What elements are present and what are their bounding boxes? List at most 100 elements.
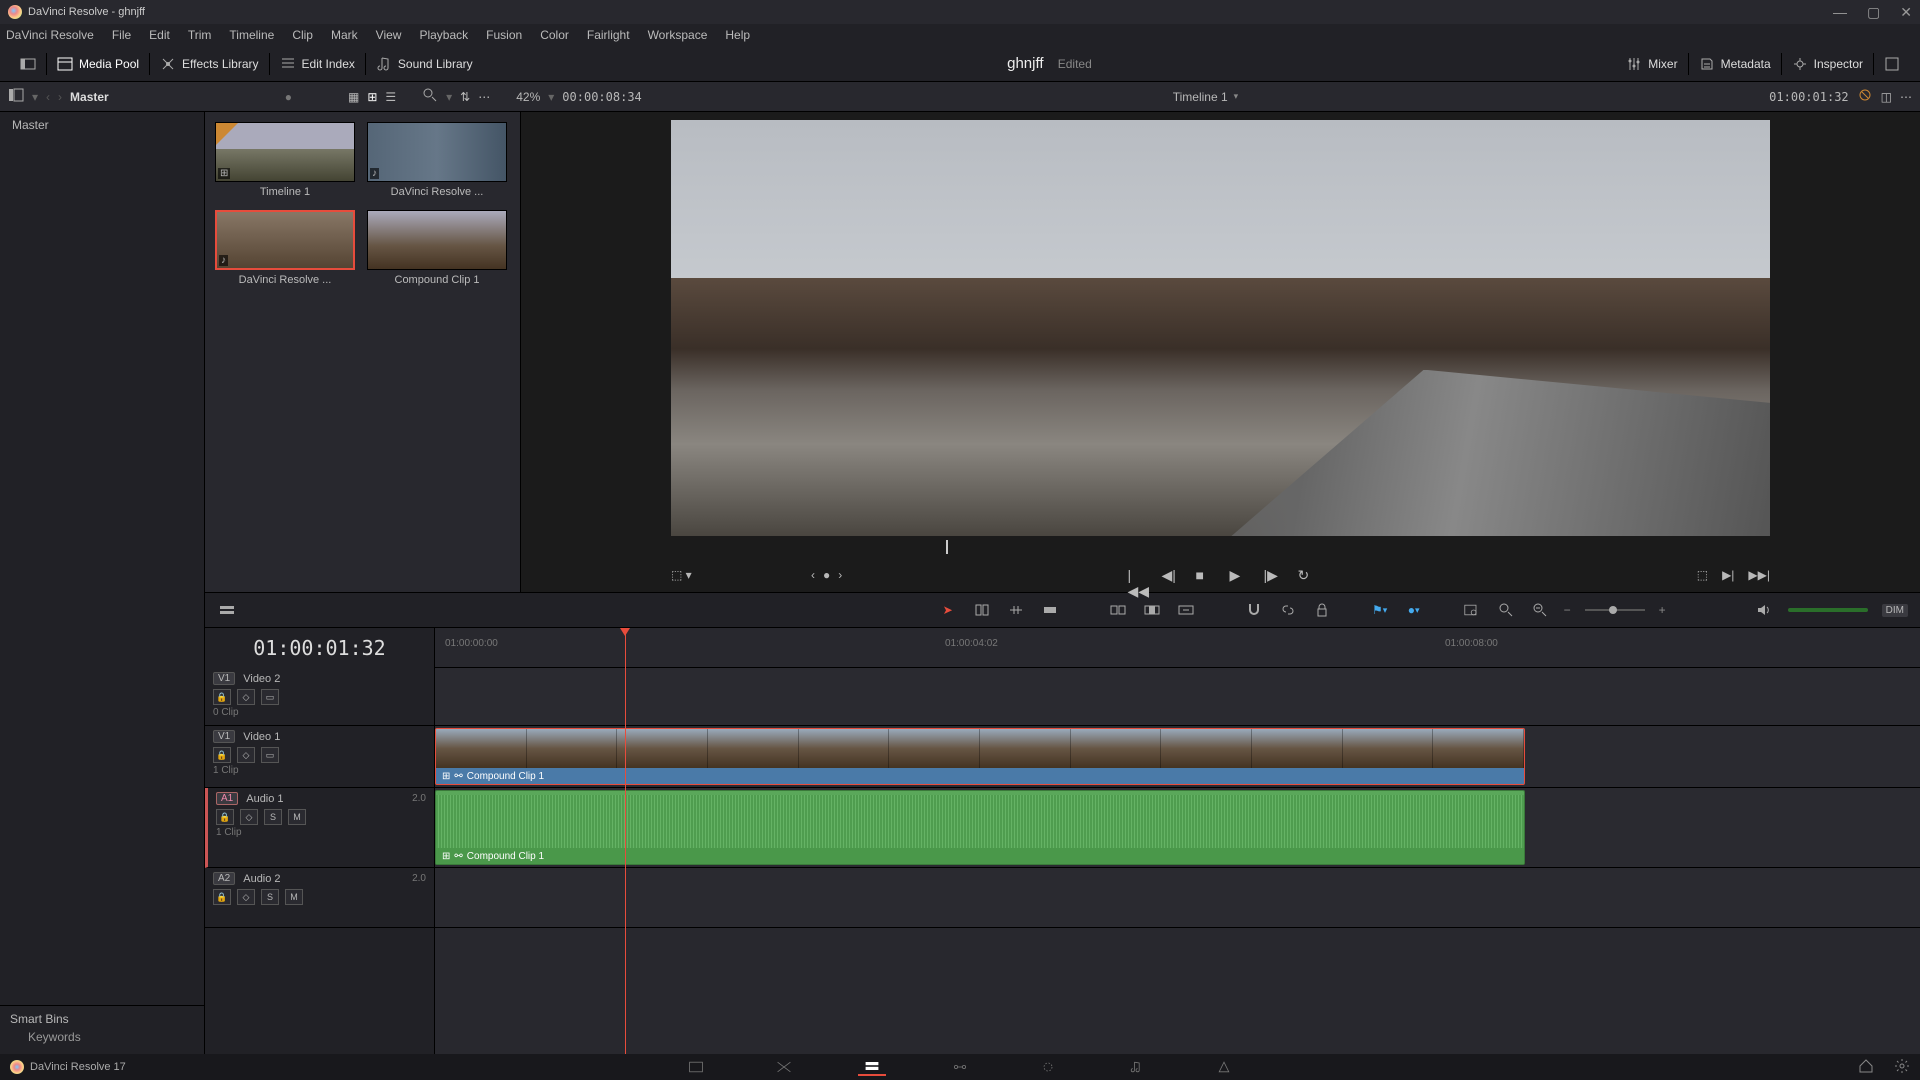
solo-button[interactable]: S (264, 809, 282, 825)
track-head-a1[interactable]: A1Audio 12.0 🔒◇SM 1 Clip (205, 788, 434, 868)
menu-view[interactable]: View (376, 28, 402, 42)
fusion-page-icon[interactable] (946, 1058, 974, 1076)
replace-icon[interactable] (1176, 600, 1196, 620)
solo-button[interactable]: S (261, 889, 279, 905)
menu-mark[interactable]: Mark (331, 28, 358, 42)
mixer-toggle[interactable]: Mixer (1616, 56, 1687, 72)
settings-icon[interactable] (1894, 1058, 1910, 1077)
auto-select-icon[interactable]: ◇ (240, 809, 258, 825)
step-back-icon[interactable]: ◀| (1162, 567, 1178, 583)
lock-icon[interactable]: 🔒 (213, 747, 231, 763)
volume-slider[interactable] (1788, 608, 1868, 612)
nav-back[interactable]: ‹ (46, 90, 50, 104)
track-head-v1[interactable]: V1Video 1 🔒◇▭ 1 Clip (205, 726, 434, 788)
effects-library-toggle[interactable]: Effects Library (150, 56, 268, 72)
cut-page-icon[interactable] (770, 1058, 798, 1076)
menu-color[interactable]: Color (540, 28, 569, 42)
track-lane-v1[interactable]: ⊞⚯Compound Clip 1 (435, 726, 1920, 788)
dynamic-trim-icon[interactable] (1006, 600, 1026, 620)
timeline-timecode[interactable]: 01:00:01:32 (205, 628, 434, 668)
next-edit-icon[interactable]: › (838, 568, 842, 582)
lock-icon[interactable] (1312, 600, 1332, 620)
match-frame-icon[interactable]: ⬚ (1697, 568, 1708, 582)
viewer-canvas[interactable] (671, 120, 1770, 536)
minimize-button[interactable]: — (1833, 4, 1847, 21)
media-pool-toggle[interactable]: Media Pool (47, 56, 149, 72)
menu-playback[interactable]: Playback (419, 28, 468, 42)
lock-icon[interactable]: 🔒 (213, 689, 231, 705)
stop-icon[interactable]: ■ (1196, 567, 1212, 583)
timeline-view-icon[interactable] (217, 600, 237, 620)
track-lane-a1[interactable]: ⊞⚯Compound Clip 1 (435, 788, 1920, 868)
marker-icon[interactable]: ● ▾ (1404, 600, 1424, 620)
color-page-icon[interactable] (1034, 1058, 1062, 1076)
zoom-out[interactable]: − (1564, 603, 1571, 617)
menu-timeline[interactable]: Timeline (229, 28, 274, 42)
expand-button[interactable] (10, 56, 46, 72)
menu-edit[interactable]: Edit (149, 28, 170, 42)
mute-icon[interactable] (1754, 600, 1774, 620)
track-lane-v2[interactable] (435, 668, 1920, 726)
media-page-icon[interactable] (682, 1058, 710, 1076)
master-bin[interactable]: Master (0, 112, 204, 138)
lock-icon[interactable]: 🔒 (213, 889, 231, 905)
audio-clip[interactable]: ⊞⚯Compound Clip 1 (435, 790, 1525, 865)
go-end-icon[interactable]: ▶| (1722, 568, 1734, 582)
link-icon[interactable] (1278, 600, 1298, 620)
playhead[interactable] (625, 628, 626, 1054)
bin-list-toggle[interactable] (8, 87, 24, 106)
menu-davinci[interactable]: DaVinci Resolve (6, 28, 94, 42)
mute-button[interactable]: M (288, 809, 306, 825)
trim-tool-icon[interactable] (972, 600, 992, 620)
timeline-tracks[interactable]: 01:00:00:00 01:00:04:02 01:00:08:00 ⊞⚯Co… (435, 628, 1920, 1054)
edit-index-toggle[interactable]: Edit Index (270, 56, 365, 72)
track-view-icon[interactable]: ▭ (261, 747, 279, 763)
blade-tool-icon[interactable] (1040, 600, 1060, 620)
menu-fusion[interactable]: Fusion (486, 28, 522, 42)
zoom-percent[interactable]: 42% (516, 90, 540, 104)
auto-select-icon[interactable]: ◇ (237, 747, 255, 763)
track-head-v2[interactable]: V1Video 2 🔒◇▭ 0 Clip (205, 668, 434, 726)
jog-icon[interactable]: ● (823, 568, 830, 582)
zoom-to-fit-icon[interactable] (1462, 600, 1482, 620)
lock-icon[interactable]: 🔒 (216, 809, 234, 825)
clip-thumb[interactable]: ♪ DaVinci Resolve ... (215, 210, 355, 286)
track-lane-a2[interactable] (435, 868, 1920, 928)
inspector-toggle[interactable]: Inspector (1782, 56, 1873, 72)
clip-thumb[interactable]: ♪ DaVinci Resolve ... (367, 122, 507, 198)
flag-icon[interactable]: ⚑ ▾ (1370, 600, 1390, 620)
grid-view-icon[interactable]: ⊞ (367, 90, 377, 104)
thumbnail-view-icon[interactable]: ▦ (348, 90, 359, 104)
snap-icon[interactable] (1244, 600, 1264, 620)
fairlight-page-icon[interactable] (1122, 1058, 1150, 1076)
detail-zoom-icon[interactable] (1496, 600, 1516, 620)
nav-forward[interactable]: › (58, 90, 62, 104)
deliver-page-icon[interactable] (1210, 1058, 1238, 1076)
menu-trim[interactable]: Trim (188, 28, 212, 42)
dim-button[interactable]: DIM (1882, 604, 1908, 617)
timeline-ruler[interactable]: 01:00:00:00 01:00:04:02 01:00:08:00 (435, 628, 1920, 668)
smart-bins-header[interactable]: Smart Bins (10, 1012, 194, 1026)
auto-select-icon[interactable]: ◇ (237, 689, 255, 705)
media-pool[interactable]: ⊞ Timeline 1 ♪ DaVinci Resolve ... ♪ DaV… (205, 112, 520, 592)
play-icon[interactable]: ▶ (1230, 567, 1246, 583)
track-view-icon[interactable]: ▭ (261, 689, 279, 705)
in-out-mode[interactable]: ⬚ ▾ (671, 568, 692, 582)
last-frame-icon[interactable]: ▶▶| (1748, 568, 1770, 582)
metadata-toggle[interactable]: Metadata (1689, 56, 1781, 72)
menu-help[interactable]: Help (725, 28, 750, 42)
mute-button[interactable]: M (285, 889, 303, 905)
dual-viewer-icon[interactable]: ◫ (1881, 90, 1892, 104)
menu-workspace[interactable]: Workspace (648, 28, 708, 42)
insert-icon[interactable] (1108, 600, 1128, 620)
custom-zoom-icon[interactable] (1530, 600, 1550, 620)
maximize-button[interactable]: ▢ (1867, 4, 1880, 21)
step-fwd-icon[interactable]: |▶ (1264, 567, 1280, 583)
menu-clip[interactable]: Clip (292, 28, 313, 42)
home-icon[interactable] (1858, 1058, 1874, 1077)
full-screen-button[interactable] (1874, 56, 1910, 72)
edit-page-icon[interactable] (858, 1058, 886, 1076)
selection-tool-icon[interactable]: ➤ (938, 600, 958, 620)
viewer-more-icon[interactable]: ⋯ (1900, 90, 1912, 104)
go-start-icon[interactable]: |◀◀ (1128, 567, 1144, 583)
